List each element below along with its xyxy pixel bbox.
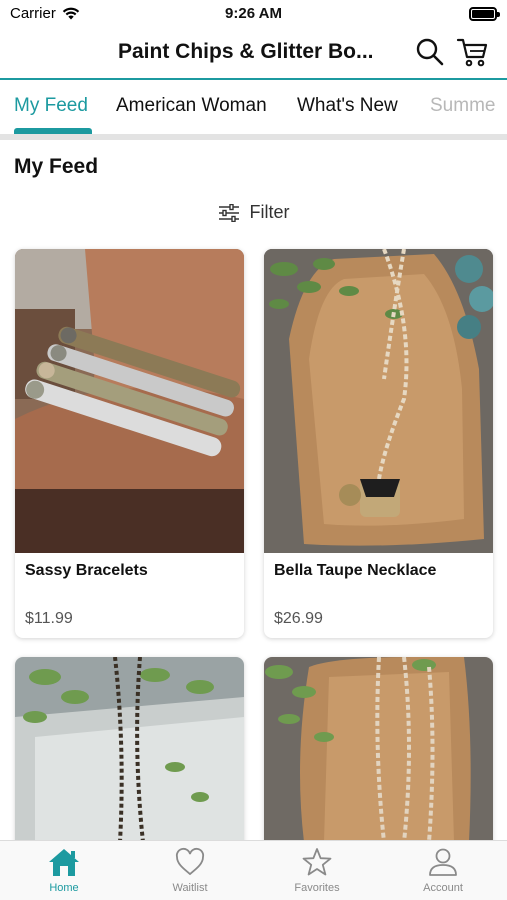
tab-american-woman[interactable]: American Woman	[116, 95, 267, 117]
product-image[interactable]	[264, 657, 493, 842]
status-time: 9:26 AM	[225, 5, 282, 22]
tab-whats-new[interactable]: What's New	[297, 95, 398, 117]
product-name: Sassy Bracelets	[25, 562, 148, 579]
nav-favorites-label: Favorites	[294, 882, 340, 894]
person-icon	[429, 848, 457, 876]
search-icon	[416, 38, 444, 66]
status-bar: Carrier 9:26 AM	[0, 0, 507, 30]
nav-account[interactable]: Account	[393, 847, 493, 894]
section-title: My Feed	[14, 155, 99, 178]
product-card[interactable]: Bella Taupe Necklace $26.99	[264, 249, 493, 638]
home-icon	[49, 849, 79, 876]
battery-icon	[469, 7, 500, 21]
store-title: Paint Chips & Glitter Bo...	[118, 40, 374, 63]
tab-my-feed[interactable]: My Feed	[14, 95, 88, 117]
product-card[interactable]	[264, 657, 493, 857]
search-button[interactable]	[414, 36, 446, 68]
filter-icon	[218, 203, 239, 222]
product-card[interactable]	[15, 657, 244, 857]
category-tabs: My Feed American Woman What's New Summe	[0, 80, 507, 136]
product-image-necklace[interactable]	[264, 249, 493, 553]
bottom-tab-bar: Home Waitlist Favorites Account	[0, 840, 507, 900]
tabs-divider	[0, 134, 507, 140]
nav-favorites[interactable]: Favorites	[267, 847, 367, 894]
nav-home-label: Home	[49, 882, 79, 894]
heart-icon	[175, 847, 205, 876]
filter-label: Filter	[249, 202, 290, 222]
product-name: Bella Taupe Necklace	[274, 562, 437, 579]
star-icon	[302, 848, 332, 876]
cart-button[interactable]	[456, 36, 488, 68]
nav-header: Paint Chips & Glitter Bo...	[0, 30, 507, 78]
product-card[interactable]: Sassy Bracelets $11.99	[15, 249, 244, 638]
product-image[interactable]	[15, 657, 244, 842]
tab-summer[interactable]: Summe	[430, 95, 495, 117]
product-image-bracelets[interactable]	[15, 249, 244, 553]
nav-waitlist-label: Waitlist	[172, 882, 208, 894]
product-price: $11.99	[25, 610, 73, 627]
nav-account-label: Account	[423, 882, 463, 894]
cart-icon	[456, 38, 488, 67]
filter-button[interactable]: Filter	[0, 202, 507, 223]
nav-home[interactable]: Home	[14, 847, 114, 894]
nav-waitlist[interactable]: Waitlist	[140, 847, 240, 894]
product-price: $26.99	[274, 610, 323, 627]
